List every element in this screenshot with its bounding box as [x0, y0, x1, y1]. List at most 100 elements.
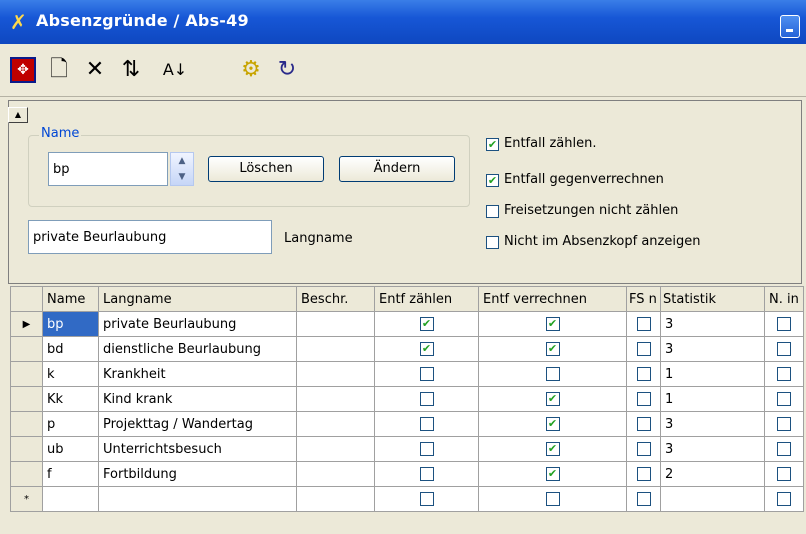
- cell-langname[interactable]: private Beurlaubung: [98, 311, 297, 337]
- checkbox[interactable]: [486, 236, 499, 249]
- target-icon[interactable]: ✥: [10, 57, 36, 83]
- name-spinner[interactable]: ▲ ▼: [170, 152, 194, 186]
- cell-statistik[interactable]: 1: [660, 386, 765, 412]
- cell-langname[interactable]: Kind krank: [98, 386, 297, 412]
- table-row[interactable]: k Krankheit 1: [10, 361, 804, 387]
- table-row[interactable]: Kk Kind krank ✔ 1: [10, 386, 804, 412]
- cell-langname[interactable]: Projekttag / Wandertag: [98, 411, 297, 437]
- cell-beschr[interactable]: [296, 461, 375, 487]
- cell-fs-n[interactable]: [626, 486, 661, 512]
- row-selector[interactable]: [10, 411, 43, 437]
- table-row[interactable]: p Projekttag / Wandertag ✔ 3: [10, 411, 804, 437]
- checkbox[interactable]: [419, 367, 434, 381]
- refresh-icon[interactable]: ↻: [274, 57, 300, 83]
- cell-name[interactable]: [42, 486, 99, 512]
- checkbox[interactable]: [776, 342, 791, 356]
- cell-name[interactable]: p: [42, 411, 99, 437]
- checkbox[interactable]: ✔: [545, 417, 560, 431]
- cell-entf-zaehlen[interactable]: [374, 386, 479, 412]
- column-header[interactable]: Name: [42, 286, 99, 312]
- checkbox[interactable]: [636, 492, 651, 506]
- cell-n-in[interactable]: [764, 386, 804, 412]
- spin-down-icon[interactable]: ▼: [171, 169, 193, 185]
- cell-name[interactable]: f: [42, 461, 99, 487]
- cell-statistik[interactable]: 3: [660, 311, 765, 337]
- checkbox[interactable]: [636, 367, 651, 381]
- cell-beschr[interactable]: [296, 436, 375, 462]
- change-button[interactable]: Ändern: [339, 156, 455, 182]
- table-row[interactable]: ▶ bp private Beurlaubung ✔ ✔ 3: [10, 311, 804, 337]
- table-row[interactable]: bd dienstliche Beurlaubung ✔ ✔ 3: [10, 336, 804, 362]
- cell-n-in[interactable]: [764, 436, 804, 462]
- checkbox[interactable]: [545, 367, 560, 381]
- checkbox[interactable]: ✔: [486, 174, 499, 187]
- checkbox[interactable]: [545, 492, 560, 506]
- checkbox[interactable]: [776, 317, 791, 331]
- cell-statistik[interactable]: 3: [660, 411, 765, 437]
- spin-up-icon[interactable]: ▲: [171, 153, 193, 169]
- cell-statistik[interactable]: [660, 486, 765, 512]
- delete-button[interactable]: Löschen: [208, 156, 324, 182]
- cell-fs-n[interactable]: [626, 461, 661, 487]
- cell-n-in[interactable]: [764, 411, 804, 437]
- table-row[interactable]: ub Unterrichtsbesuch ✔ 3: [10, 436, 804, 462]
- cell-beschr[interactable]: [296, 361, 375, 387]
- checkbox[interactable]: [419, 492, 434, 506]
- delete-icon[interactable]: ✕: [82, 57, 108, 83]
- cell-beschr[interactable]: [296, 336, 375, 362]
- cell-n-in[interactable]: [764, 486, 804, 512]
- row-selector[interactable]: [10, 461, 43, 487]
- cell-fs-n[interactable]: [626, 336, 661, 362]
- checkbox[interactable]: [486, 205, 499, 218]
- cell-beschr[interactable]: [296, 486, 375, 512]
- checkbox[interactable]: [776, 467, 791, 481]
- cell-entf-verrechnen[interactable]: ✔: [478, 411, 627, 437]
- cell-entf-zaehlen[interactable]: [374, 486, 479, 512]
- cell-n-in[interactable]: [764, 461, 804, 487]
- checkbox[interactable]: ✔: [545, 442, 560, 456]
- cell-entf-verrechnen[interactable]: [478, 486, 627, 512]
- checkbox[interactable]: [636, 317, 651, 331]
- cell-n-in[interactable]: [764, 311, 804, 337]
- checkbox[interactable]: ✔: [545, 342, 560, 356]
- checkbox[interactable]: [776, 392, 791, 406]
- checkbox[interactable]: ✔: [486, 138, 499, 151]
- cell-beschr[interactable]: [296, 411, 375, 437]
- cell-langname[interactable]: dienstliche Beurlaubung: [98, 336, 297, 362]
- checkbox[interactable]: ✔: [545, 392, 560, 406]
- cell-entf-verrechnen[interactable]: ✔: [478, 336, 627, 362]
- cell-statistik[interactable]: 3: [660, 436, 765, 462]
- collapse-icon[interactable]: ▲: [8, 107, 28, 123]
- checkbox[interactable]: [636, 392, 651, 406]
- cell-entf-verrechnen[interactable]: [478, 361, 627, 387]
- cell-beschr[interactable]: [296, 386, 375, 412]
- checkbox[interactable]: [636, 417, 651, 431]
- checkbox[interactable]: [636, 442, 651, 456]
- column-header[interactable]: Entf zählen: [374, 286, 479, 312]
- row-selector[interactable]: [10, 336, 43, 362]
- new-row[interactable]: *: [10, 486, 804, 512]
- checkbox[interactable]: [419, 392, 434, 406]
- new-document-icon[interactable]: 🗋: [46, 57, 72, 83]
- gears-icon[interactable]: ⚙: [236, 57, 266, 83]
- checkbox[interactable]: [776, 367, 791, 381]
- checkbox[interactable]: [776, 417, 791, 431]
- sort-az-icon[interactable]: A↓: [160, 57, 190, 83]
- checkbox[interactable]: [636, 467, 651, 481]
- row-selector[interactable]: [10, 361, 43, 387]
- column-header[interactable]: FS n: [626, 286, 661, 312]
- cell-langname[interactable]: Krankheit: [98, 361, 297, 387]
- cell-entf-zaehlen[interactable]: [374, 461, 479, 487]
- cell-name[interactable]: k: [42, 361, 99, 387]
- checkbox[interactable]: [419, 442, 434, 456]
- cell-beschr[interactable]: [296, 311, 375, 337]
- cell-fs-n[interactable]: [626, 361, 661, 387]
- cell-entf-zaehlen[interactable]: [374, 411, 479, 437]
- cell-entf-zaehlen[interactable]: [374, 436, 479, 462]
- name-input[interactable]: [48, 152, 168, 186]
- checkbox[interactable]: [636, 342, 651, 356]
- cell-statistik[interactable]: 2: [660, 461, 765, 487]
- checkbox[interactable]: ✔: [545, 467, 560, 481]
- cell-name[interactable]: bd: [42, 336, 99, 362]
- cell-langname[interactable]: [98, 486, 297, 512]
